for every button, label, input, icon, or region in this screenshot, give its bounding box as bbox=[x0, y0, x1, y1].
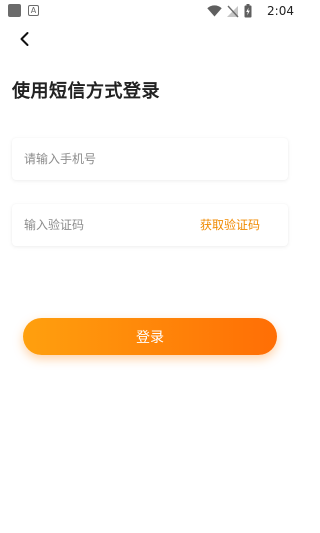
app-notification-icon bbox=[8, 4, 21, 17]
wifi-icon bbox=[207, 5, 222, 17]
verification-code-input[interactable] bbox=[24, 204, 184, 246]
phone-input[interactable] bbox=[24, 138, 274, 180]
phone-field-card bbox=[12, 138, 288, 180]
chevron-left-icon bbox=[20, 32, 29, 46]
login-button[interactable]: 登录 bbox=[23, 318, 277, 355]
no-signal-icon bbox=[227, 5, 239, 17]
status-time: 2:04 bbox=[267, 4, 294, 18]
page-title: 使用短信方式登录 bbox=[12, 81, 160, 102]
back-button[interactable] bbox=[12, 28, 38, 50]
get-code-button[interactable]: 获取验证码 bbox=[200, 204, 260, 246]
a-notification-icon: A bbox=[28, 5, 39, 16]
code-field-card: 获取验证码 bbox=[12, 204, 288, 246]
status-bar: A 2:04 bbox=[0, 0, 300, 22]
battery-charging-icon bbox=[244, 4, 252, 18]
status-icons bbox=[207, 3, 252, 19]
